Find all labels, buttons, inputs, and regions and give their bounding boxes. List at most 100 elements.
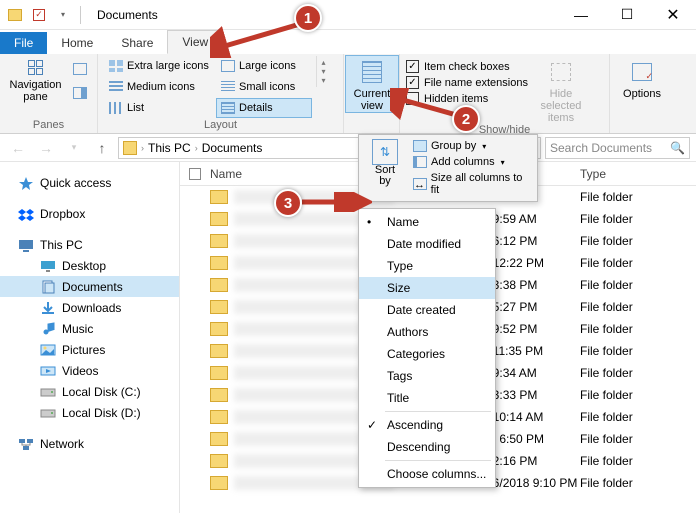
nav-quick-access[interactable]: Quick access: [0, 172, 179, 193]
column-type[interactable]: Type: [580, 167, 606, 181]
downloads-icon: [40, 301, 56, 315]
nav-downloads[interactable]: Downloads: [0, 297, 179, 318]
extra-large-icon: [109, 60, 123, 72]
file-type: File folder: [580, 256, 633, 270]
nav-music[interactable]: Music: [0, 318, 179, 339]
file-type: File folder: [580, 454, 633, 468]
navigation-pane: Quick access Dropbox This PC Desktop Doc…: [0, 162, 180, 513]
disk-icon: [40, 385, 56, 399]
title-bar: ✓ ▾ Documents — ☐ ✕: [0, 0, 696, 30]
sort-descending[interactable]: Descending: [359, 436, 495, 458]
tab-home[interactable]: Home: [47, 32, 107, 54]
file-type: File folder: [580, 212, 633, 226]
layout-medium[interactable]: Medium icons: [104, 77, 214, 97]
add-columns-icon: [413, 156, 427, 168]
sort-by-button[interactable]: ⇅ Sort by: [363, 139, 407, 197]
crumb-thispc[interactable]: This PC: [148, 141, 191, 155]
search-box[interactable]: Search Documents 🔍: [545, 137, 690, 159]
options-button[interactable]: ✓ Options: [616, 56, 668, 100]
folder-icon: [210, 322, 228, 336]
sort-categories[interactable]: Categories: [359, 343, 495, 365]
details-pane-button[interactable]: [69, 82, 91, 104]
nav-local-d[interactable]: Local Disk (D:): [0, 402, 179, 423]
main-area: Quick access Dropbox This PC Desktop Doc…: [0, 162, 696, 513]
nav-network[interactable]: Network: [0, 433, 179, 454]
sort-date-created[interactable]: Date created: [359, 299, 495, 321]
app-icon[interactable]: [4, 4, 26, 26]
layout-small[interactable]: Small icons: [216, 77, 312, 97]
disk-icon: [40, 406, 56, 420]
nav-this-pc[interactable]: This PC: [0, 234, 179, 255]
recent-button[interactable]: ▾: [62, 136, 86, 160]
file-type: File folder: [580, 476, 633, 490]
chevron-right-icon[interactable]: ›: [193, 143, 200, 153]
list-icon: [109, 102, 123, 114]
sort-title[interactable]: Title: [359, 387, 495, 409]
properties-button[interactable]: ✓: [28, 4, 50, 26]
size-columns-button[interactable]: ↔Size all columns to fit: [411, 171, 533, 197]
file-type: File folder: [580, 410, 633, 424]
nav-desktop[interactable]: Desktop: [0, 255, 179, 276]
sort-date-modified[interactable]: Date modified: [359, 233, 495, 255]
folder-icon: [210, 278, 228, 292]
large-icon: [221, 60, 235, 72]
layout-details[interactable]: Details: [216, 98, 312, 118]
details-icon: [221, 102, 235, 114]
navigation-pane-button[interactable]: Navigation pane: [6, 56, 65, 103]
tab-file[interactable]: File: [0, 32, 47, 54]
address-bar: ← → ▾ ↑ › This PC › Documents Search Doc…: [0, 134, 696, 162]
up-button[interactable]: ↑: [90, 136, 114, 160]
folder-icon: [210, 234, 228, 248]
bullet-icon: •: [367, 215, 371, 229]
preview-pane-button[interactable]: [69, 58, 91, 80]
group-by-button[interactable]: Group by▾: [411, 139, 533, 153]
folder-icon: [210, 476, 228, 490]
select-all-checkbox[interactable]: [180, 168, 210, 180]
checkbox-icon: ✓: [406, 60, 419, 73]
close-button[interactable]: ✕: [650, 0, 696, 30]
search-icon: 🔍: [670, 141, 685, 155]
sort-size[interactable]: Size: [359, 277, 495, 299]
nav-dropbox[interactable]: Dropbox: [0, 203, 179, 224]
nav-local-c[interactable]: Local Disk (C:): [0, 381, 179, 402]
add-columns-button[interactable]: Add columns▾: [411, 155, 533, 169]
back-button[interactable]: ←: [6, 136, 30, 160]
sort-name[interactable]: •Name: [359, 211, 495, 233]
layout-gallery: Extra large icons Large icons Medium ico…: [104, 56, 312, 118]
minimize-button[interactable]: —: [558, 0, 604, 30]
sort-type[interactable]: Type: [359, 255, 495, 277]
videos-icon: [40, 364, 56, 378]
sort-authors[interactable]: Authors: [359, 321, 495, 343]
hide-selected-button[interactable]: Hide selected items: [532, 56, 590, 124]
folder-icon: [123, 141, 137, 155]
callout-1: 1: [294, 4, 322, 32]
qat-dropdown[interactable]: ▾: [52, 4, 74, 26]
file-type: File folder: [580, 190, 633, 204]
size-columns-icon: ↔: [413, 178, 427, 190]
layout-list[interactable]: List: [104, 98, 214, 118]
sort-tags[interactable]: Tags: [359, 365, 495, 387]
forward-button[interactable]: →: [34, 136, 58, 160]
layout-scroll[interactable]: ▴▾▾: [316, 56, 330, 87]
maximize-button[interactable]: ☐: [604, 0, 650, 30]
current-view-menu: ⇅ Sort by Group by▾ Add columns▾ ↔Size a…: [358, 134, 538, 202]
small-icon: [221, 81, 235, 93]
pictures-icon: [40, 343, 56, 357]
crumb-documents[interactable]: Documents: [202, 141, 263, 155]
current-view-icon: [358, 58, 386, 86]
panes-icon: [28, 60, 43, 75]
sort-choose-columns[interactable]: Choose columns...: [359, 463, 495, 485]
file-type: File folder: [580, 278, 633, 292]
network-icon: [18, 437, 34, 451]
tab-share[interactable]: Share: [107, 32, 167, 54]
nav-videos[interactable]: Videos: [0, 360, 179, 381]
item-checkboxes-toggle[interactable]: ✓Item check boxes: [406, 60, 528, 73]
layout-extra-large[interactable]: Extra large icons: [104, 56, 214, 76]
chevron-right-icon[interactable]: ›: [139, 143, 146, 153]
options-icon: ✓: [628, 58, 656, 86]
system-buttons: — ☐ ✕: [558, 0, 696, 30]
layout-large[interactable]: Large icons: [216, 56, 312, 76]
nav-documents[interactable]: Documents: [0, 276, 179, 297]
nav-pictures[interactable]: Pictures: [0, 339, 179, 360]
sort-ascending[interactable]: ✓Ascending: [359, 414, 495, 436]
